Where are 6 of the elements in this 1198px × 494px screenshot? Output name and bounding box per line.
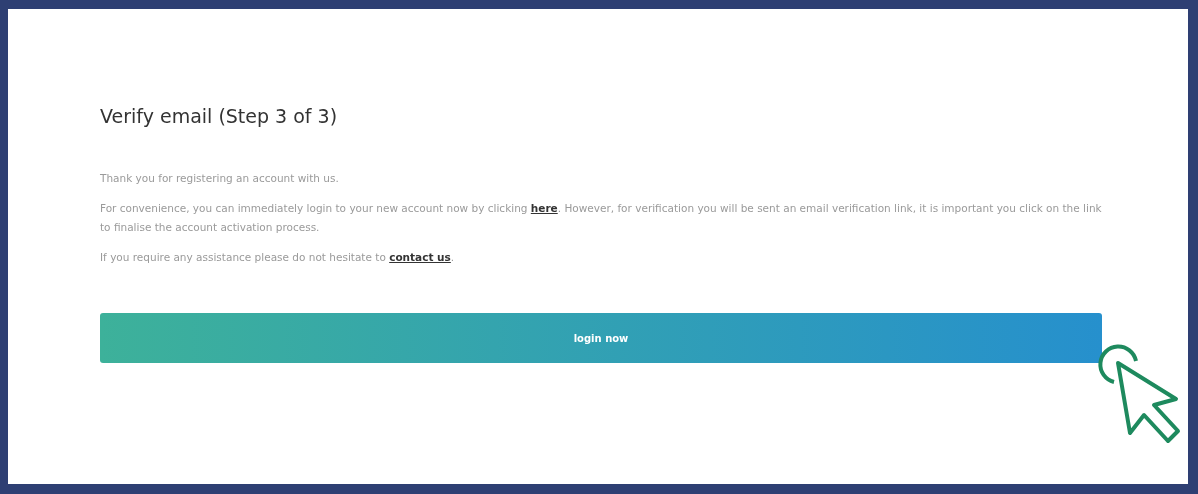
text-link[interactable]: here: [530, 202, 558, 214]
paragraph: For convenience, you can immediately login to your new account now by clicking here. However, for verification you will be sent an email verification link, it is important you click on the link to finalise the account activation process.: [100, 201, 1102, 235]
page-title: Verify email (Step 3 of 3): [100, 105, 339, 127]
paragraph: If you require any assistance please do not hesitate to contact us.: [100, 250, 456, 265]
text-link[interactable]: contact us: [389, 251, 451, 263]
paragraph: Thank you for registering an account with us.: [100, 171, 340, 186]
